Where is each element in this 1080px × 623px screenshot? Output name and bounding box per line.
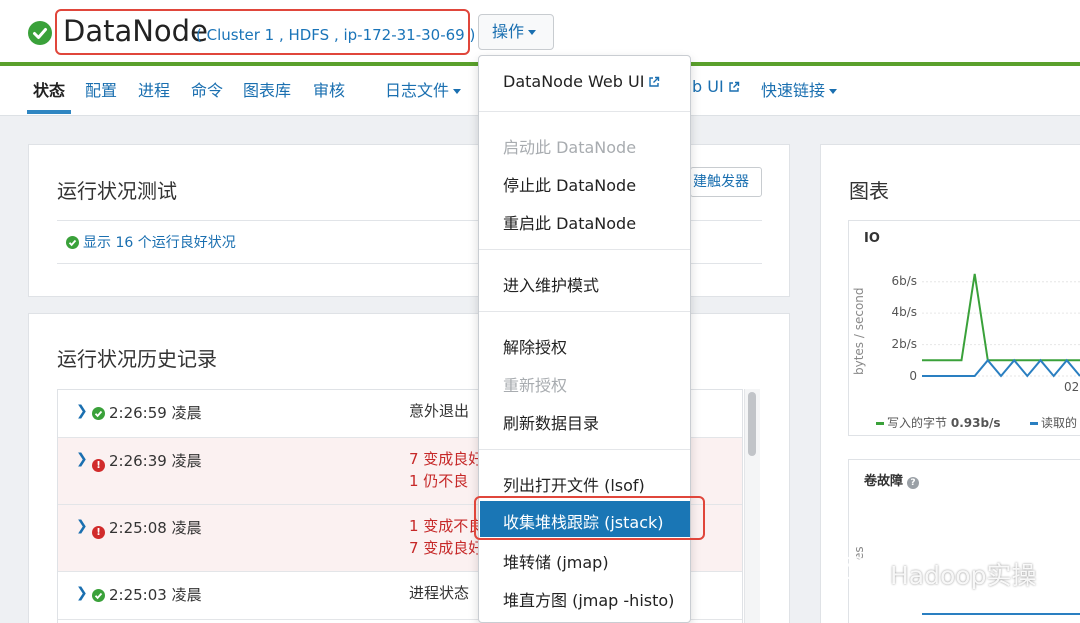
menu-item-restart[interactable]: 重启此 DataNode <box>503 210 636 234</box>
page-title: DataNode <box>63 14 208 48</box>
health-summary-link[interactable]: 显示 16 个运行良好状况 <box>66 232 236 252</box>
legend-item-read: 读取的 <box>1030 414 1077 431</box>
menu-item-label: DataNode Web UI <box>503 72 645 91</box>
charts-title: 图表 <box>849 179 889 203</box>
create-trigger-button[interactable]: 建触发器 <box>690 167 762 197</box>
menu-item-stop[interactable]: 停止此 DataNode <box>503 172 636 196</box>
error-icon: ! <box>92 459 105 472</box>
health-test-title: 运行状况测试 <box>57 179 177 203</box>
history-desc-line2: 7 变成良好 <box>409 539 484 557</box>
chevron-down-icon <box>453 89 462 94</box>
tab-status[interactable]: 状态 <box>33 77 65 101</box>
chevron-down-icon <box>829 89 838 94</box>
active-tab-indicator <box>27 110 71 114</box>
health-summary-text: 显示 16 个运行良好状况 <box>83 235 236 251</box>
menu-item-recommission: 重新授权 <box>503 376 568 395</box>
volume-chart-label-text: 卷故障 <box>864 474 904 489</box>
health-history-title: 运行状况历史记录 <box>57 347 217 371</box>
history-desc: 1 变成不良 <box>409 517 484 535</box>
chevron-down-icon <box>528 30 537 35</box>
history-time-text: 2:26:59 凌晨 <box>109 404 202 422</box>
tab-commands[interactable]: 命令 <box>191 77 223 101</box>
history-time: 2:25:03 凌晨 <box>92 584 202 605</box>
history-desc: 意外退出 <box>409 402 470 420</box>
chevron-right-icon[interactable]: ❯ <box>76 451 88 467</box>
history-desc-line2: 1 仍不良 <box>409 472 469 490</box>
io-chart-label: IO <box>864 231 880 246</box>
jstack-highlight-box <box>474 496 705 540</box>
chevron-right-icon[interactable]: ❯ <box>76 518 88 534</box>
tab-audit[interactable]: 审核 <box>313 77 345 101</box>
history-scrollbar-thumb[interactable] <box>748 392 756 456</box>
legend-swatch <box>1030 422 1038 425</box>
x-tick: 02 <box>1064 380 1080 394</box>
menu-item-web-ui[interactable]: DataNode Web UI <box>503 72 660 91</box>
check-circle-icon <box>66 236 79 249</box>
y-tick: 2b/s <box>891 337 917 351</box>
wechat-icon <box>840 556 880 585</box>
chevron-right-icon[interactable]: ❯ <box>76 403 88 419</box>
tab-quick-links[interactable]: 快速链接 <box>761 77 838 101</box>
history-time-text: 2:26:39 凌晨 <box>109 452 202 470</box>
check-circle-icon <box>92 407 105 420</box>
menu-divider <box>479 111 690 112</box>
external-link-icon <box>649 76 660 87</box>
actions-button[interactable]: 操作 <box>478 14 554 50</box>
external-link-icon <box>728 81 739 92</box>
menu-divider <box>479 449 690 450</box>
menu-item-jmap-histo[interactable]: 堆直方图 (jmap -histo) <box>503 587 674 611</box>
help-icon[interactable]: ? <box>907 477 920 489</box>
actions-button-label: 操作 <box>492 22 525 41</box>
menu-item-lsof[interactable]: 列出打开文件 (lsof) <box>503 472 645 496</box>
history-time: ! 2:26:39 凌晨 <box>92 450 202 472</box>
series-line-1 <box>922 358 1080 378</box>
io-chart-plot <box>922 273 1080 378</box>
menu-divider <box>479 249 690 250</box>
history-time-text: 2:25:03 凌晨 <box>109 586 202 604</box>
volume-chart-label: 卷故障? <box>864 470 920 489</box>
legend-name: 读取的 <box>1041 416 1078 430</box>
io-y-axis-label: bytes / second <box>852 287 866 375</box>
y-tick: 4b/s <box>891 305 917 319</box>
status-good-icon <box>28 21 52 45</box>
watermark-text: Hadoop实操 <box>890 561 1037 590</box>
chevron-right-icon[interactable]: ❯ <box>76 585 88 601</box>
legend-value: 0.93b/s <box>950 416 1001 430</box>
menu-item-jmap[interactable]: 堆转储 (jmap) <box>503 549 609 573</box>
tab-config[interactable]: 配置 <box>85 77 117 101</box>
legend-name: 写入的字节 <box>887 416 948 430</box>
history-time-text: 2:25:08 凌晨 <box>109 519 202 537</box>
history-time: ! 2:25:08 凌晨 <box>92 517 202 539</box>
tab-web-ui-label: b UI <box>692 77 724 96</box>
tab-log-files[interactable]: 日志文件 <box>385 77 462 101</box>
menu-item-decommission[interactable]: 解除授权 <box>503 334 567 358</box>
history-desc: 7 变成良好 <box>409 450 484 468</box>
error-icon: ! <box>92 526 105 539</box>
menu-divider <box>479 311 690 312</box>
check-circle-icon <box>92 589 105 602</box>
legend-swatch <box>876 422 884 425</box>
tab-quick-links-label: 快速链接 <box>761 81 826 100</box>
tab-processes[interactable]: 进程 <box>138 77 170 101</box>
tab-web-ui[interactable]: b UI <box>692 77 740 96</box>
y-tick: 0 <box>909 369 917 383</box>
menu-item-start: 启动此 DataNode <box>503 138 637 157</box>
series-line-0 <box>922 273 1080 362</box>
tab-chart-library[interactable]: 图表库 <box>243 77 291 101</box>
legend-item-write: 写入的字节 0.93b/s <box>876 414 1001 431</box>
menu-item-refresh-dirs[interactable]: 刷新数据目录 <box>503 410 599 434</box>
volume-series-line <box>922 613 1080 615</box>
menu-item-maintenance[interactable]: 进入维护模式 <box>503 272 599 296</box>
tab-log-files-label: 日志文件 <box>385 81 450 100</box>
page-subtitle[interactable]: ( Cluster 1 , HDFS , ip-172-31-30-69 ) <box>196 26 475 44</box>
y-tick: 6b/s <box>891 274 917 288</box>
history-desc: 进程状态 <box>409 584 470 602</box>
history-time: 2:26:59 凌晨 <box>92 402 202 423</box>
